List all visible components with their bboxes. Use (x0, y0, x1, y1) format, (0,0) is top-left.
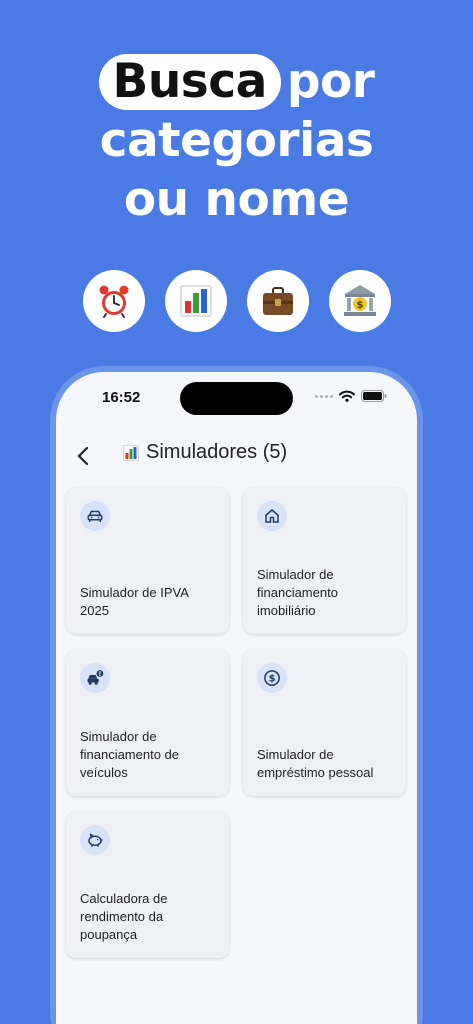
card-label: Simulador de IPVA 2025 (80, 585, 189, 618)
status-bar: 16:52 (56, 372, 417, 424)
card-savings-calculator[interactable]: Calculadora de rendimento da poupança (66, 811, 229, 958)
svg-text:$: $ (269, 673, 276, 684)
app-bar: Simuladores (5) (56, 436, 417, 480)
category-icons-row: $ (0, 270, 473, 332)
headline-highlight: Busca (98, 54, 281, 110)
back-arrow-icon[interactable] (72, 444, 96, 468)
svg-text:$: $ (356, 300, 363, 311)
card-ipva[interactable]: Simulador de IPVA 2025 (66, 487, 229, 634)
bank-icon: $ (343, 285, 376, 316)
status-time: 16:52 (102, 389, 141, 406)
home-icon (265, 509, 279, 523)
card-label: Simulador de financiamento de veículos (80, 729, 180, 780)
card-icon-bubble (80, 501, 110, 531)
card-icon-bubble: $ (257, 663, 287, 693)
card-label: Calculadora de rendimento da poupança (80, 891, 168, 942)
status-icons (315, 390, 387, 402)
card-home-financing[interactable]: Simulador de financiamento imobiliário (243, 487, 406, 634)
headline-line-3: ou nome (123, 172, 350, 227)
bar-chart-icon (179, 285, 212, 317)
card-label: Simulador de financiamento imobiliário (257, 567, 338, 618)
headline-line-1: Busca por (0, 52, 473, 111)
dynamic-island (180, 382, 293, 415)
category-circle-chart (164, 270, 227, 332)
car-alert-icon (87, 670, 104, 685)
card-icon-bubble (80, 663, 110, 693)
category-circle-bank: $ (328, 270, 391, 332)
card-icon-bubble (257, 501, 287, 531)
card-icon-bubble (80, 825, 110, 855)
wifi-icon (339, 390, 355, 402)
headline-line-2: categorias (99, 113, 374, 168)
phone-screen: 16:52 Simuladores (5) Simulador de IPVA … (56, 372, 417, 1024)
dollar-circle-icon: $ (264, 670, 280, 686)
briefcase-icon (262, 287, 293, 315)
alarm-clock-icon (99, 285, 128, 318)
simulators-grid: Simulador de IPVA 2025 Simulador de fina… (66, 487, 407, 958)
piggy-bank-icon (88, 833, 103, 847)
category-circle-clock (82, 270, 145, 332)
page-title: Simuladores (5) (146, 441, 288, 463)
bar-chart-icon (123, 444, 139, 461)
signal-dots-icon (315, 394, 333, 398)
card-personal-loan[interactable]: $ Simulador de empréstimo pessoal (243, 649, 406, 796)
promo-headline: Busca por categorias ou nome (0, 52, 473, 229)
category-circle-briefcase (246, 270, 309, 332)
card-vehicle-financing[interactable]: Simulador de financiamento de veículos (66, 649, 229, 796)
headline-line-1-rest: por (286, 54, 375, 109)
battery-icon (361, 390, 387, 402)
page-title-wrap: Simuladores (5) (122, 441, 287, 464)
card-label: Simulador de empréstimo pessoal (257, 747, 374, 780)
car-icon (87, 510, 103, 522)
